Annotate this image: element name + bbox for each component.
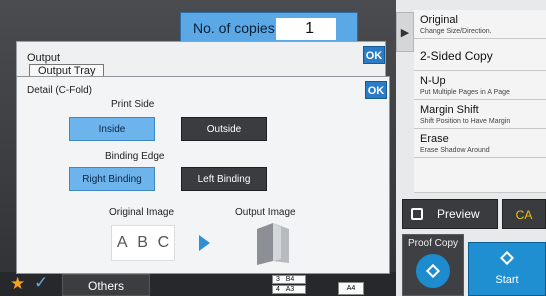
detail-dialog: Detail (C-Fold) OK Print Side Inside Out… [16,76,390,274]
menu-item-title: N-Up [420,75,446,87]
preview-label: Preview [437,207,480,221]
copies-bar: No. of copies 1 [180,12,358,44]
tray-row-1: 3 B4 [272,275,306,284]
preview-icon [411,208,423,220]
check-icon[interactable]: ✓ [34,273,48,293]
preview-button[interactable]: Preview [402,199,498,229]
page-letter: A [116,234,128,251]
left-binding-button[interactable]: Left Binding [181,167,267,191]
proof-copy-label: Proof Copy [407,238,459,249]
function-menu: Original Change Size/Direction. 2-Sided … [414,10,546,193]
tray-row-2: 4 A3 [272,285,306,294]
bypass-tray: A4 [338,282,364,295]
inside-button[interactable]: Inside [69,117,155,141]
ca-button[interactable]: CA [502,199,546,229]
menu-item-title: 2-Sided Copy [420,49,493,63]
start-button[interactable]: Start [468,242,546,296]
right-binding-button[interactable]: Right Binding [69,167,155,191]
start-label: Start [495,274,519,286]
menu-item-title: Erase [420,133,449,145]
expand-arrow-icon[interactable]: ▶ [396,12,414,52]
output-dialog-title: Output [27,52,61,64]
favorite-star-icon[interactable]: ★ [10,274,25,294]
arrow-right-icon [199,235,210,251]
binding-edge-label: Binding Edge [105,151,165,162]
menu-item-subtitle: Shift Position to Have Margin [420,118,511,125]
preview-row: Preview CA [402,199,546,229]
menu-item-empty [414,158,546,193]
proof-copy-button[interactable]: Proof Copy [402,234,464,296]
proof-copy-icon [416,254,450,288]
menu-item-title: Margin Shift [420,104,479,116]
copies-label: No. of copies [193,20,275,36]
copies-input[interactable]: 1 [276,18,336,40]
original-image-preview: A B C [111,225,175,261]
detail-ok-button[interactable]: OK [365,81,387,99]
menu-item-subtitle: Put Multiple Pages in A Page [420,89,510,96]
folded-booklet-icon [257,223,289,265]
detail-dialog-title: Detail (C-Fold) [27,85,93,96]
others-button[interactable]: Others [62,274,150,296]
menu-item-original[interactable]: Original Change Size/Direction. [414,10,546,39]
output-image-label: Output Image [235,207,296,218]
start-icon [499,250,515,266]
print-side-label: Print Side [111,99,155,110]
menu-item-n-up[interactable]: N-Up Put Multiple Pages in A Page [414,71,546,100]
original-image-label: Original Image [109,207,175,218]
menu-item-margin-shift[interactable]: Margin Shift Shift Position to Have Marg… [414,100,546,129]
menu-item-subtitle: Erase Shadow Around [420,147,490,154]
page-letter: C [157,234,170,251]
menu-item-erase[interactable]: Erase Erase Shadow Around [414,129,546,158]
menu-item-subtitle: Change Size/Direction. [420,28,492,35]
page-letter: B [137,234,148,251]
outside-button[interactable]: Outside [181,117,267,141]
menu-item-title: Original [420,14,458,26]
menu-item-2-sided-copy[interactable]: 2-Sided Copy [414,39,546,71]
output-dialog: Output Output Tray OK [16,41,386,81]
output-ok-button[interactable]: OK [363,46,385,64]
